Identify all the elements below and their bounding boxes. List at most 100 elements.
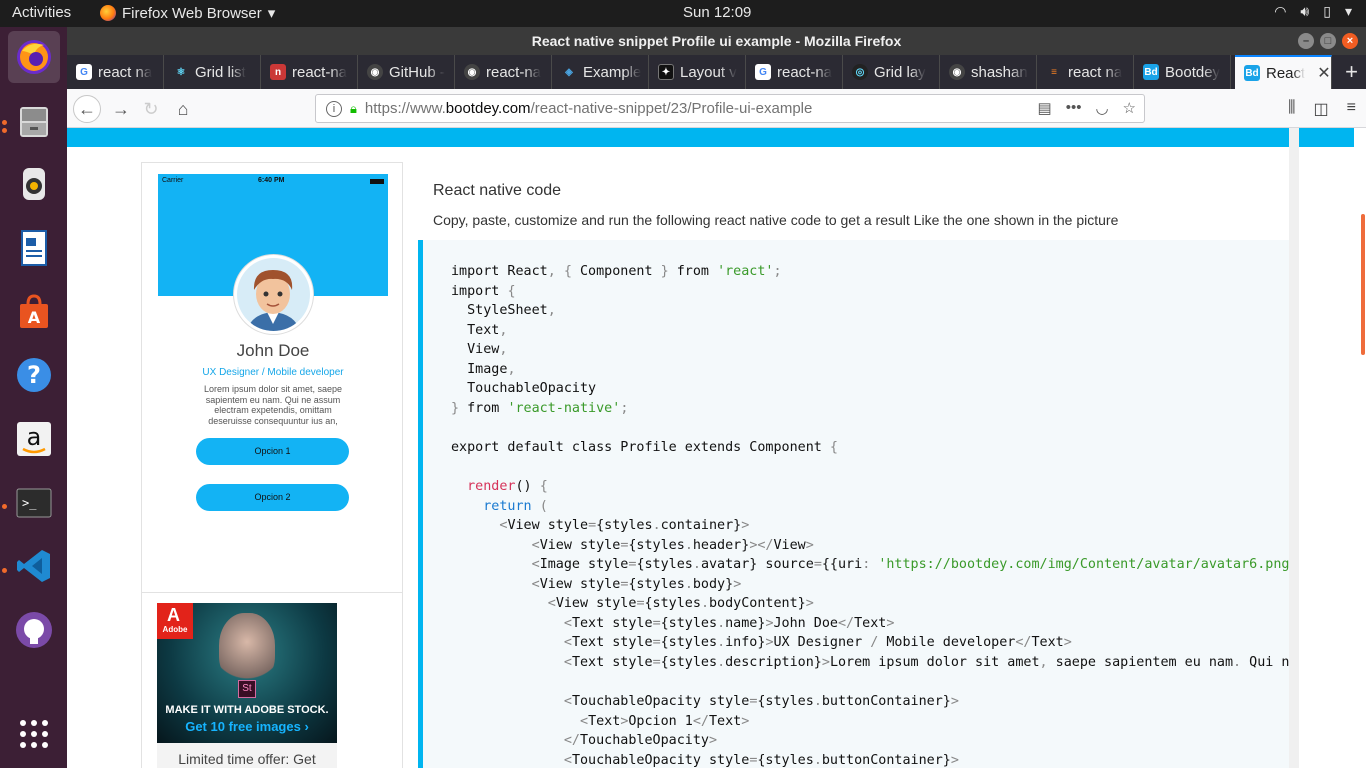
code-block[interactable]: import React, { Component } from 'react'… — [418, 240, 1296, 768]
option-1-button: Opcion 1 — [196, 438, 349, 465]
info-icon[interactable]: i — [326, 100, 342, 117]
layout-icon: ✦ — [658, 64, 674, 80]
lock-icon[interactable]: 🔒︎ — [350, 101, 357, 117]
reader-view-icon[interactable]: ▤ — [1038, 99, 1052, 117]
dock-software-center[interactable]: A — [8, 286, 60, 338]
page-scrollbar-track[interactable] — [1289, 128, 1299, 768]
tab-react-native-stackoverflow[interactable]: ≡ react na — [1037, 55, 1134, 89]
divider — [142, 592, 402, 593]
app-menu[interactable]: Firefox Web Browser ▾ — [100, 4, 275, 22]
github-icon: ◉ — [367, 64, 383, 80]
system-tray[interactable]: ◠ 🔊︎ ▯ ▾ — [1274, 3, 1352, 20]
react-icon: ⚛ — [176, 66, 186, 78]
window-title: React native snippet Profile ui example … — [531, 33, 902, 49]
sidebar-icon[interactable]: ◫ — [1314, 99, 1329, 119]
volume-icon: 🔊︎ — [1300, 3, 1310, 19]
battery-icon: ▯ — [1323, 3, 1331, 19]
dock-rhythmbox[interactable] — [8, 158, 60, 210]
github-icon: ◉ — [464, 64, 480, 80]
bookmark-star-icon[interactable]: ☆ — [1123, 99, 1136, 117]
new-tab-button[interactable]: + — [1345, 59, 1358, 85]
pocket-icon[interactable]: ◡ — [1095, 99, 1108, 117]
forward-button[interactable]: → — [107, 95, 135, 123]
bootdey-icon: Bd — [1244, 65, 1260, 81]
speaker-icon — [23, 168, 45, 200]
document-icon — [21, 230, 47, 266]
dock-github[interactable] — [8, 604, 60, 656]
tab-react-native-github[interactable]: ◉ react-na — [455, 55, 552, 89]
dock-terminal[interactable]: >_ — [8, 477, 60, 529]
wifi-icon: ◠ — [1274, 3, 1287, 19]
file-cabinet-icon — [20, 107, 48, 137]
option-2-button: Opcion 2 — [196, 484, 349, 511]
terminal-icon: >_ — [16, 488, 52, 518]
status-time: 6:40 PM — [258, 177, 285, 184]
library-icon[interactable]: ⫼ — [1288, 99, 1295, 119]
minimize-button[interactable]: – — [1298, 33, 1314, 49]
code-text[interactable]: import React, { Component } from 'react'… — [451, 262, 1296, 768]
dock-files[interactable] — [8, 95, 60, 147]
tab-grid-layout[interactable]: ◎ Grid lay — [843, 55, 940, 89]
svg-text:a: a — [27, 423, 42, 451]
tab-shashan-github[interactable]: ◉ shashan — [940, 55, 1037, 89]
react-icon: ◎ — [852, 64, 868, 80]
arrow-left-icon: ← — [78, 98, 96, 119]
dock-amazon[interactable]: a — [8, 413, 60, 465]
maximize-button[interactable]: □ — [1320, 33, 1336, 49]
dock-help[interactable]: ? — [8, 349, 60, 401]
svg-text:>_: >_ — [22, 496, 37, 510]
dock-vscode[interactable] — [8, 540, 60, 592]
site-header-bar — [67, 128, 1354, 147]
show-applications-button[interactable] — [8, 708, 60, 760]
vscode-icon — [17, 550, 50, 582]
github-icon: ◉ — [949, 64, 965, 80]
tab-github[interactable]: ◉ GitHub - — [358, 55, 455, 89]
tab-grid-list[interactable]: ⚛ Grid list — [164, 55, 261, 89]
ad-cta[interactable]: Get 10 free images › — [157, 719, 337, 734]
navigation-toolbar: ← → ↻ ⌂ i 🔒︎ https://www.bootdey.com/rea… — [67, 89, 1366, 128]
page-scrollbar-thumb[interactable] — [1361, 214, 1365, 355]
close-window-button[interactable]: × — [1342, 33, 1358, 49]
profile-description: Lorem ipsum dolor sit amet, saepe sapien… — [203, 384, 343, 426]
ad-headline: MAKE IT WITH ADOBE STOCK. — [165, 704, 329, 716]
github-icon — [16, 612, 52, 648]
stackoverflow-icon: ≡ — [1051, 66, 1057, 78]
tab-react-native-google[interactable]: G react na — [67, 55, 164, 89]
google-icon: G — [76, 64, 92, 80]
expo-icon: ◈ — [565, 66, 573, 78]
close-tab-icon[interactable]: ✕ — [1317, 63, 1330, 83]
tab-layout[interactable]: ✦ Layout v — [649, 55, 746, 89]
url-bar[interactable]: i 🔒︎ https://www.bootdey.com/react-nativ… — [315, 94, 1145, 123]
tab-bootdey[interactable]: Bd Bootdey — [1134, 55, 1231, 89]
web-page: Carrier 6:40 PM John Doe UX Designer / M… — [67, 128, 1356, 768]
hamburger-menu-icon[interactable]: ≡ — [1347, 99, 1356, 119]
reload-button[interactable]: ↻ — [137, 95, 165, 123]
battery-icon — [370, 179, 384, 184]
back-button[interactable]: ← — [73, 95, 101, 123]
activities-button[interactable]: Activities — [12, 4, 71, 21]
dock-firefox[interactable] — [8, 31, 60, 83]
svg-text:?: ? — [27, 361, 41, 389]
avatar — [234, 255, 313, 334]
home-icon: ⌂ — [177, 98, 189, 119]
adobe-stock-badge: St — [238, 680, 256, 698]
ad-portrait-image — [219, 613, 275, 685]
ad-footer-text: Limited time offer: Get — [157, 743, 337, 768]
page-actions-icon[interactable]: ••• — [1066, 99, 1082, 117]
tab-react-native-google-2[interactable]: G react-na — [746, 55, 843, 89]
tab-react-native-npm[interactable]: n react-na — [261, 55, 358, 89]
dock-writer[interactable] — [8, 222, 60, 274]
url-prefix: https://www. — [364, 100, 446, 117]
tab-example[interactable]: ◈ Example — [552, 55, 649, 89]
section-title: React native code — [433, 182, 562, 199]
launcher-dock: A ? a >_ — [0, 27, 67, 768]
home-button[interactable]: ⌂ — [169, 95, 197, 123]
url-text[interactable]: https://www.bootdey.com/react-native-sni… — [365, 100, 812, 117]
app-menu-label: Firefox Web Browser — [122, 4, 262, 22]
running-indicator — [2, 128, 7, 133]
adobe-stock-ad[interactable]: Adobe St MAKE IT WITH ADOBE STOCK. Get 1… — [157, 603, 337, 743]
bootdey-icon: Bd — [1143, 64, 1159, 80]
clock[interactable]: Sun 12:09 — [683, 4, 751, 21]
preview-card: Carrier 6:40 PM John Doe UX Designer / M… — [141, 162, 403, 768]
tab-react-active[interactable]: Bd React ✕ — [1235, 55, 1332, 89]
